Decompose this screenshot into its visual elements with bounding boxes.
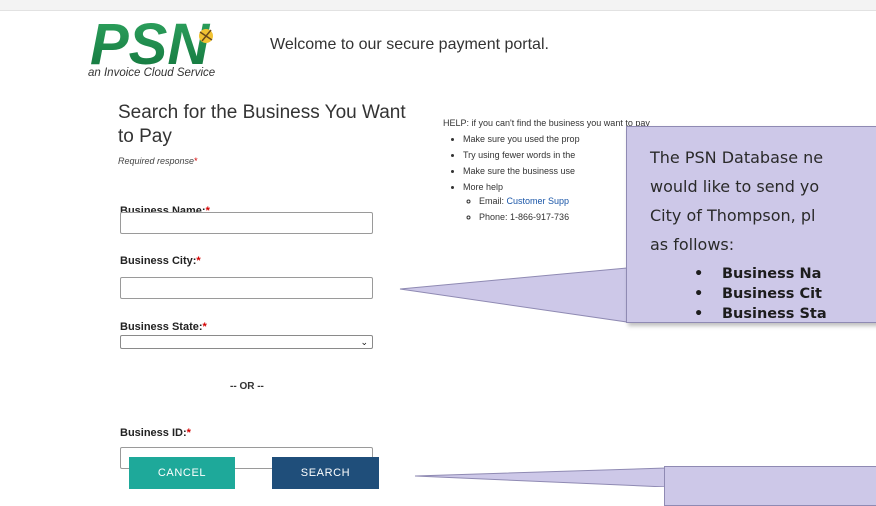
callout-bullet: • Business Cit [694,286,822,302]
chevron-down-icon: ⌄ [360,337,368,347]
business-name-input[interactable] [120,212,373,234]
customer-support-link[interactable]: Customer Supp [507,196,570,206]
help-title: HELP: if you can't find the business you… [443,118,650,128]
search-button[interactable]: SEARCH [272,457,379,489]
help-item-more: More help Email: Customer Supp Phone: 1-… [463,180,650,222]
browser-top-bar [0,0,876,11]
business-city-input[interactable] [120,277,373,299]
help-email: Email: Customer Supp [479,194,650,210]
help-item: Make sure you used the prop [463,132,650,148]
help-item: Make sure the business use [463,164,650,180]
page-title: Search for the Business You Want to Pay [118,102,406,147]
callout-bullet-list: • Business Na • Business Cit • Business Sta [694,264,827,324]
logo-tagline: an Invoice Cloud Service [88,67,216,79]
callout-text: The PSN Database ne would like to send y… [650,148,824,254]
required-note: Required response* [118,156,198,166]
secondary-callout [664,466,876,506]
business-city-label: Business City:* [120,255,201,267]
business-id-label: Business ID:* [120,427,191,439]
help-phone: Phone: 1-866-917-736 [479,210,650,226]
cancel-button[interactable]: CANCEL [129,457,235,489]
or-divider: -- OR -- [230,381,264,392]
help-item: Try using fewer words in the [463,148,650,164]
help-list: Make sure you used the prop Try using fe… [443,132,650,222]
help-section: HELP: if you can't find the business you… [443,116,650,222]
business-state-label: Business State:* [120,321,207,333]
callout-bullet: • Business Sta [694,306,827,322]
welcome-message: Welcome to our secure payment portal. [270,36,549,53]
business-state-select[interactable]: ⌄ [120,335,373,349]
callout-bullet: • Business Na [694,266,822,282]
